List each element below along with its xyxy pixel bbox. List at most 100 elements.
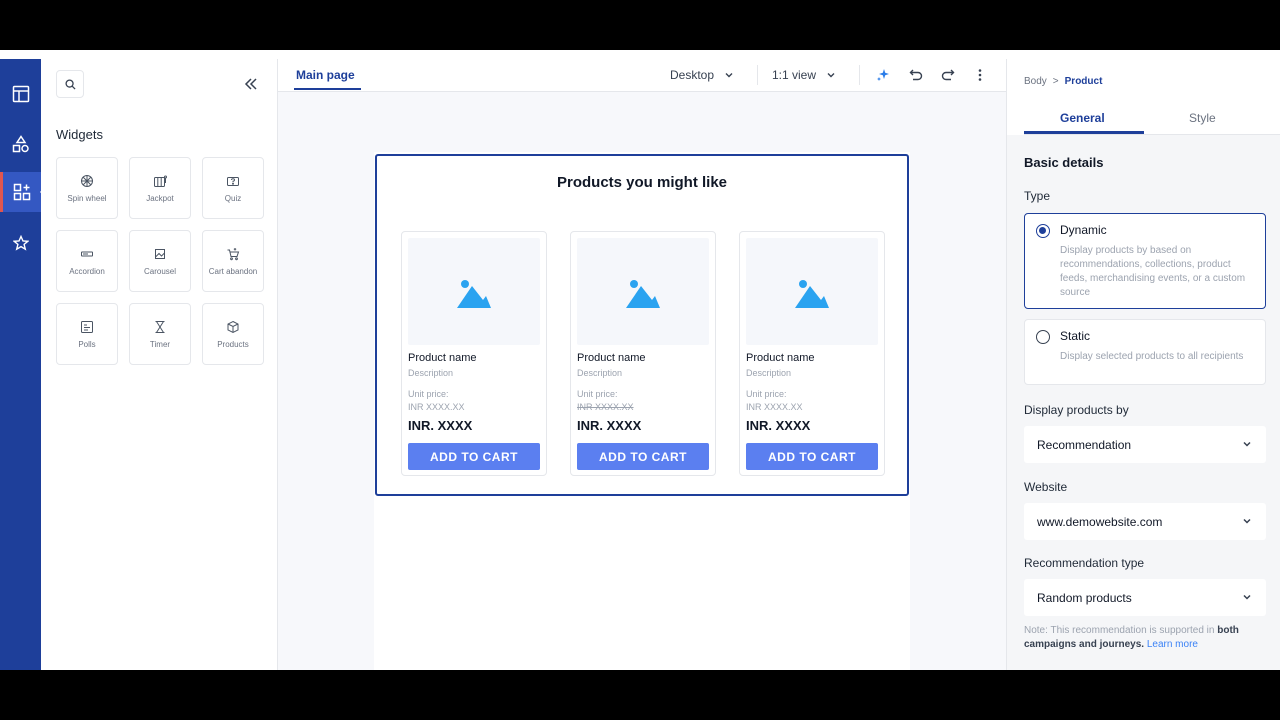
- widget-timer[interactable]: Timer: [129, 303, 191, 365]
- accordion-icon: [81, 251, 93, 256]
- widget-polls[interactable]: Polls: [56, 303, 118, 365]
- product-card[interactable]: Product name Description Unit price: INR…: [401, 231, 547, 476]
- app-frame: Widgets Spin wheel Jackpot Quiz Accordio…: [0, 50, 1280, 670]
- widget-spin-wheel[interactable]: Spin wheel: [56, 157, 118, 219]
- collapse-panel-button[interactable]: [240, 73, 262, 95]
- breadcrumb-current: Product: [1064, 76, 1103, 87]
- widget-label: Quiz: [224, 193, 242, 203]
- tab-main-page[interactable]: Main page: [296, 68, 355, 82]
- device-select[interactable]: Desktop: [670, 68, 734, 82]
- tab-active-indicator: [1024, 131, 1144, 134]
- widget-products[interactable]: Products: [202, 303, 264, 365]
- widget-accordion[interactable]: Accordion: [56, 230, 118, 292]
- redo-icon[interactable]: [939, 66, 957, 84]
- display-by-label: Display products by: [1024, 403, 1129, 417]
- radio-selected[interactable]: [1036, 224, 1050, 238]
- widgets-panel: Widgets Spin wheel Jackpot Quiz Accordio…: [41, 59, 278, 670]
- widget-label: Spin wheel: [67, 193, 107, 203]
- timer-icon: [155, 320, 165, 333]
- product-card[interactable]: Product name Description Unit price: INR…: [570, 231, 716, 476]
- widget-label: Jackpot: [146, 193, 174, 203]
- add-to-cart-button[interactable]: ADD TO CART: [746, 443, 878, 470]
- widget-jackpot[interactable]: Jackpot: [129, 157, 191, 219]
- block-title: Products you might like: [556, 174, 728, 191]
- chevron-down-icon: [1243, 518, 1251, 524]
- cart-abandon-icon: [227, 247, 240, 260]
- widget-cart-abandon[interactable]: Cart abandon: [202, 230, 264, 292]
- more-options-icon[interactable]: [971, 66, 989, 84]
- display-by-select[interactable]: Recommendation: [1024, 426, 1266, 463]
- properties-panel: Body > Product General Style Basic detai…: [1006, 59, 1280, 670]
- product-name: Product name: [408, 352, 477, 364]
- breadcrumb-root[interactable]: Body: [1024, 76, 1047, 87]
- widget-label: Timer: [149, 339, 171, 349]
- unit-price-label: Unit price:: [746, 389, 787, 399]
- jackpot-icon: [154, 175, 167, 187]
- carousel-icon: [155, 248, 165, 259]
- chevron-down-icon: [725, 73, 733, 78]
- widgets-grid: Spin wheel Jackpot Quiz Accordion Carous…: [56, 157, 264, 365]
- widget-quiz[interactable]: Quiz: [202, 157, 264, 219]
- product-image: [577, 238, 709, 345]
- double-chevron-left-icon: [244, 78, 257, 90]
- product-price: INR. XXXX: [408, 418, 473, 433]
- tab-style[interactable]: Style: [1189, 111, 1216, 125]
- product-price: INR. XXXX: [577, 418, 642, 433]
- old-price: INR XXXX.XX: [746, 402, 803, 412]
- select-value: Recommendation: [1037, 438, 1132, 452]
- widget-label: Accordion: [69, 266, 105, 276]
- add-to-cart-button[interactable]: ADD TO CART: [577, 443, 709, 470]
- unit-price-label: Unit price:: [408, 389, 449, 399]
- toolbar-divider: [757, 65, 758, 85]
- star-icon[interactable]: [0, 223, 41, 263]
- widget-carousel[interactable]: Carousel: [129, 230, 191, 292]
- products-icon: [227, 320, 239, 333]
- option-description: Display products by based on recommendat…: [1060, 245, 1246, 298]
- widget-label: Polls: [78, 339, 96, 349]
- radio-unselected[interactable]: [1036, 330, 1050, 344]
- breadcrumb: Body > Product: [1024, 76, 1102, 87]
- select-value: www.demowebsite.com: [1037, 515, 1163, 529]
- product-description: Description: [577, 368, 623, 378]
- image-placeholder-icon: [794, 273, 830, 310]
- layout-icon[interactable]: [0, 74, 41, 114]
- spin-wheel-icon: [81, 174, 93, 187]
- undo-icon[interactable]: [907, 66, 925, 84]
- chevron-down-icon: [1243, 594, 1251, 600]
- chevron-down-icon: [827, 73, 835, 78]
- zoom-select-value: 1:1 view: [772, 68, 817, 82]
- type-option-dynamic[interactable]: Dynamic Display products by based on rec…: [1024, 213, 1266, 309]
- widgets-icon[interactable]: [0, 172, 41, 212]
- device-select-value: Desktop: [670, 68, 715, 82]
- widgets-title: Widgets: [56, 127, 103, 142]
- product-block[interactable]: Products you might like Product name Des…: [375, 154, 909, 496]
- unit-price-label: Unit price:: [577, 389, 618, 399]
- recommendation-type-select[interactable]: Random products: [1024, 579, 1266, 616]
- tab-active-indicator: [294, 88, 361, 90]
- product-name: Product name: [577, 352, 646, 364]
- type-option-static[interactable]: Static Display selected products to all …: [1024, 319, 1266, 385]
- recommendation-type-label: Recommendation type: [1024, 556, 1145, 570]
- type-label: Type: [1024, 189, 1051, 203]
- left-rail: [0, 59, 41, 670]
- ai-sparkle-icon[interactable]: [874, 66, 892, 84]
- tab-general[interactable]: General: [1060, 111, 1105, 125]
- toolbar-divider: [859, 65, 860, 85]
- product-name: Product name: [746, 352, 815, 364]
- website-label: Website: [1024, 480, 1068, 494]
- website-select[interactable]: www.demowebsite.com: [1024, 503, 1266, 540]
- product-card[interactable]: Product name Description Unit price: INR…: [739, 231, 885, 476]
- shapes-icon[interactable]: [0, 124, 41, 164]
- product-price: INR. XXXX: [746, 418, 811, 433]
- image-placeholder-icon: [456, 273, 492, 310]
- zoom-select[interactable]: 1:1 view: [772, 68, 836, 82]
- product-description: Description: [746, 368, 792, 378]
- select-value: Random products: [1037, 591, 1132, 605]
- recommendation-note: Note: This recommendation is supported i…: [1024, 624, 1269, 652]
- search-icon: [64, 78, 76, 90]
- product-description: Description: [408, 368, 454, 378]
- search-button[interactable]: [56, 70, 84, 98]
- learn-more-link[interactable]: Learn more: [1147, 639, 1198, 650]
- add-to-cart-button[interactable]: ADD TO CART: [408, 443, 540, 470]
- note-prefix: Note: This recommendation is supported i…: [1024, 625, 1215, 636]
